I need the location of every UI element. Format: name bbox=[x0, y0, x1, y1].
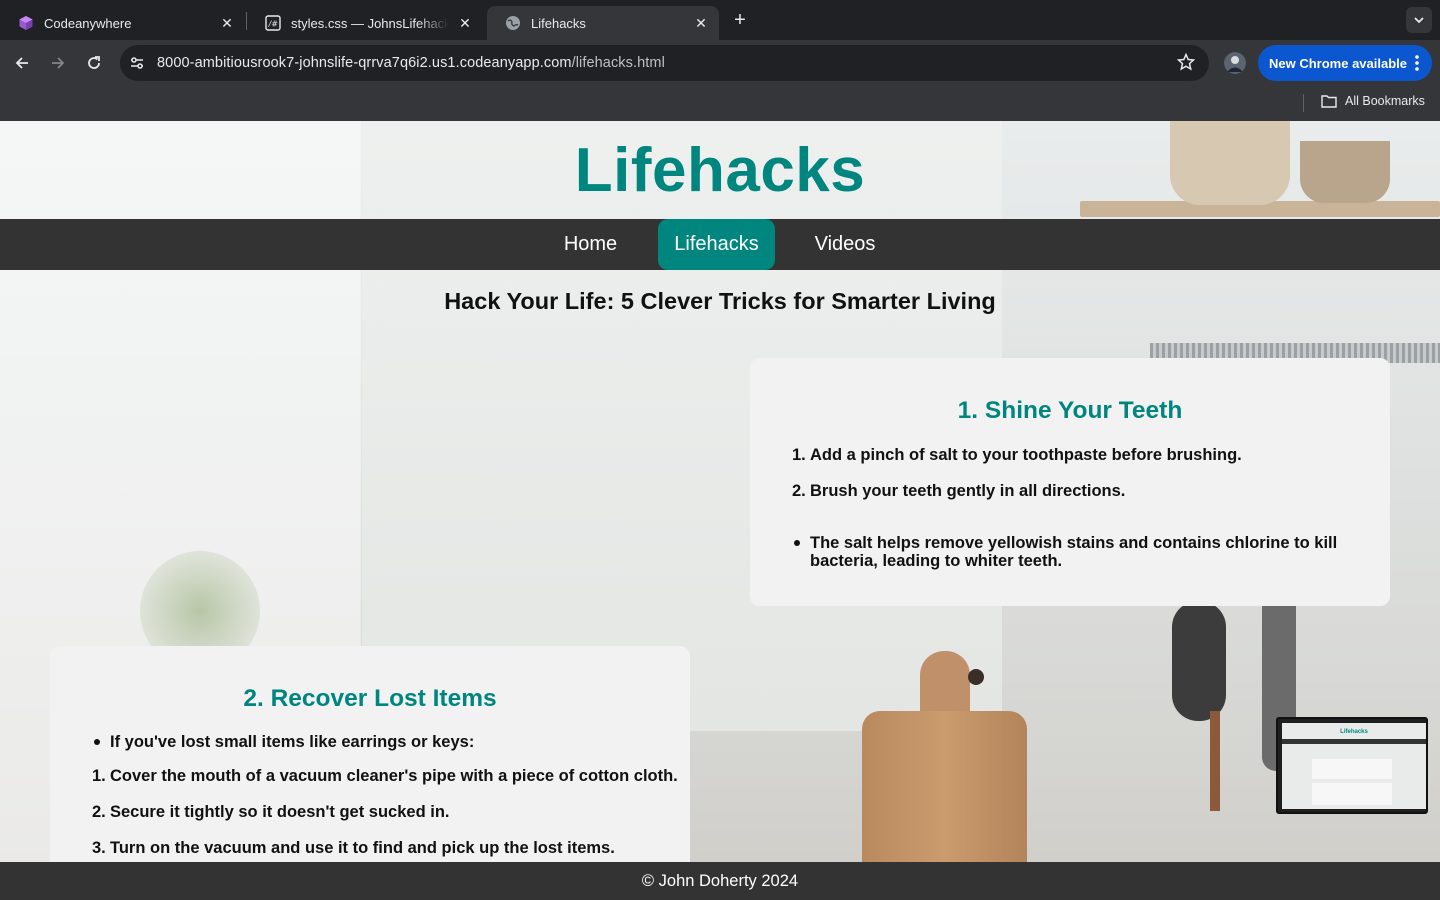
list-marker: 1. bbox=[92, 767, 106, 785]
all-bookmarks-label: All Bookmarks bbox=[1345, 94, 1425, 108]
svg-text:/#: /# bbox=[268, 20, 279, 29]
address-bar[interactable]: 8000-ambitiousrook7-johnslife-qrrva7q6i2… bbox=[120, 45, 1209, 81]
list-item-text: Turn on the vacuum and use it to find an… bbox=[110, 839, 615, 857]
close-tab-icon[interactable]: ✕ bbox=[219, 15, 235, 31]
tab-strip: Codeanywhere ✕ /# styles.css — JohnsLife… bbox=[0, 0, 1440, 40]
more-vert-icon[interactable] bbox=[1414, 54, 1420, 75]
url-path: /lifehacks.html bbox=[571, 55, 665, 71]
tab-styles-css[interactable]: /# styles.css — JohnsLifehacks ✕ bbox=[247, 6, 483, 40]
all-bookmarks-button[interactable]: All Bookmarks bbox=[1321, 94, 1425, 108]
site-footer: © John Doherty 2024 bbox=[0, 862, 1440, 900]
folder-icon bbox=[1321, 95, 1337, 108]
list-item-text: If you've lost small items like earrings… bbox=[110, 733, 475, 751]
list-item-text: Add a pinch of salt to your toothpaste b… bbox=[810, 446, 1242, 464]
file-hash-icon: /# bbox=[265, 15, 281, 31]
new-tab-button[interactable]: + bbox=[729, 9, 751, 31]
list-item: 2. Brush your teeth gently in all directi… bbox=[792, 482, 1126, 500]
tab-title: Lifehacks bbox=[531, 15, 586, 31]
list-item-text: Cover the mouth of a vacuum cleaner's pi… bbox=[110, 767, 678, 785]
nav-link-lifehacks[interactable]: Lifehacks bbox=[658, 219, 775, 270]
update-label: New Chrome available bbox=[1269, 55, 1407, 71]
bookmark-star-icon[interactable] bbox=[1176, 52, 1196, 76]
site-nav: Home Lifehacks Videos bbox=[0, 219, 1440, 270]
globe-icon bbox=[505, 15, 521, 31]
site-info-icon[interactable] bbox=[124, 50, 150, 76]
forward-button[interactable] bbox=[44, 49, 72, 77]
page-viewport: Lifehacks Home Lifehacks Videos Hack You… bbox=[0, 121, 1440, 900]
list-item: If you've lost small items like earrings… bbox=[94, 733, 475, 751]
bullet-icon bbox=[94, 739, 100, 745]
bookmarks-separator bbox=[1303, 94, 1304, 112]
list-item-text: The salt helps remove yellowish stains a… bbox=[810, 534, 1338, 552]
lifehack-card-teeth: 1. Shine Your Teeth 1. Add a pinch of sal… bbox=[750, 358, 1390, 606]
page-heading: Hack Your Life: 5 Clever Tricks for Smar… bbox=[444, 288, 996, 314]
site-title[interactable]: Lifehacks bbox=[575, 135, 866, 206]
tab-lifehacks[interactable]: Lifehacks ✕ bbox=[487, 6, 719, 40]
reload-button[interactable] bbox=[80, 49, 108, 77]
list-item: 2. Secure it tightly so it doesn't get su… bbox=[92, 803, 450, 821]
thumbnail-card bbox=[1312, 759, 1392, 779]
card-title: 2. Recover Lost Items bbox=[243, 685, 497, 712]
thumbnail-title: Lifehacks bbox=[1340, 729, 1368, 735]
list-item-text: Secure it tightly so it doesn't get suck… bbox=[110, 803, 450, 821]
reload-icon bbox=[88, 56, 100, 69]
tab-search-button[interactable] bbox=[1406, 7, 1432, 33]
card-title: 1. Shine Your Teeth bbox=[957, 397, 1183, 424]
arrow-left-icon bbox=[15, 57, 28, 69]
thumbnail-nav bbox=[1282, 739, 1426, 744]
list-marker: 1. bbox=[792, 446, 806, 464]
list-item: The salt helps remove yellowish stains a… bbox=[794, 534, 1370, 570]
back-button[interactable] bbox=[8, 49, 36, 77]
nav-link-home[interactable]: Home bbox=[549, 219, 632, 270]
browser-toolbar: 8000-ambitiousrook7-johnslife-qrrva7q6i2… bbox=[0, 40, 1440, 86]
list-item: 1. Cover the mouth of a vacuum cleaner's … bbox=[92, 767, 678, 785]
close-tab-icon[interactable]: ✕ bbox=[693, 15, 709, 31]
thumbnail-page: Lifehacks bbox=[1282, 723, 1426, 809]
list-item: 3. Turn on the vacuum and use it to find … bbox=[92, 839, 615, 857]
nav-link-videos[interactable]: Videos bbox=[801, 219, 889, 270]
profile-avatar[interactable] bbox=[1224, 52, 1246, 74]
arrow-right-icon bbox=[52, 57, 65, 69]
list-item-text: bacteria, leading to whiter teeth. bbox=[810, 552, 1063, 570]
url-host: 8000-ambitiousrook7-johnslife-qrrva7q6i2… bbox=[157, 55, 572, 71]
tab-title: Codeanywhere bbox=[44, 15, 132, 31]
bullet-icon bbox=[794, 540, 800, 546]
background-spoon bbox=[1172, 601, 1226, 721]
codeanywhere-logo-icon bbox=[18, 15, 34, 31]
background-board-hole bbox=[968, 669, 984, 685]
list-item-text: Brush your teeth gently in all direction… bbox=[810, 482, 1126, 500]
bookmarks-bar: All Bookmarks bbox=[0, 86, 1440, 121]
chevron-down-icon bbox=[1414, 17, 1424, 24]
site-header: Lifehacks bbox=[0, 121, 1440, 219]
lifehack-card-lost-items: 2. Recover Lost Items If you've lost sma… bbox=[50, 646, 690, 886]
list-item: 1. Add a pinch of salt to your toothpaste… bbox=[792, 446, 1242, 464]
tab-codeanywhere[interactable]: Codeanywhere ✕ bbox=[0, 6, 245, 40]
list-marker: 3. bbox=[92, 839, 106, 857]
url-text: 8000-ambitiousrook7-johnslife-qrrva7q6i2… bbox=[157, 55, 665, 71]
chrome-update-button[interactable]: New Chrome available bbox=[1258, 45, 1432, 81]
tab-title: styles.css — JohnsLifehacks bbox=[291, 15, 449, 31]
background-spoon-handle bbox=[1210, 711, 1220, 811]
list-marker: 2. bbox=[792, 482, 806, 500]
thumbnail-card bbox=[1312, 783, 1392, 805]
close-tab-icon[interactable]: ✕ bbox=[457, 15, 473, 31]
screenshot-thumbnail[interactable]: Lifehacks bbox=[1276, 717, 1428, 814]
list-marker: 2. bbox=[92, 803, 106, 821]
